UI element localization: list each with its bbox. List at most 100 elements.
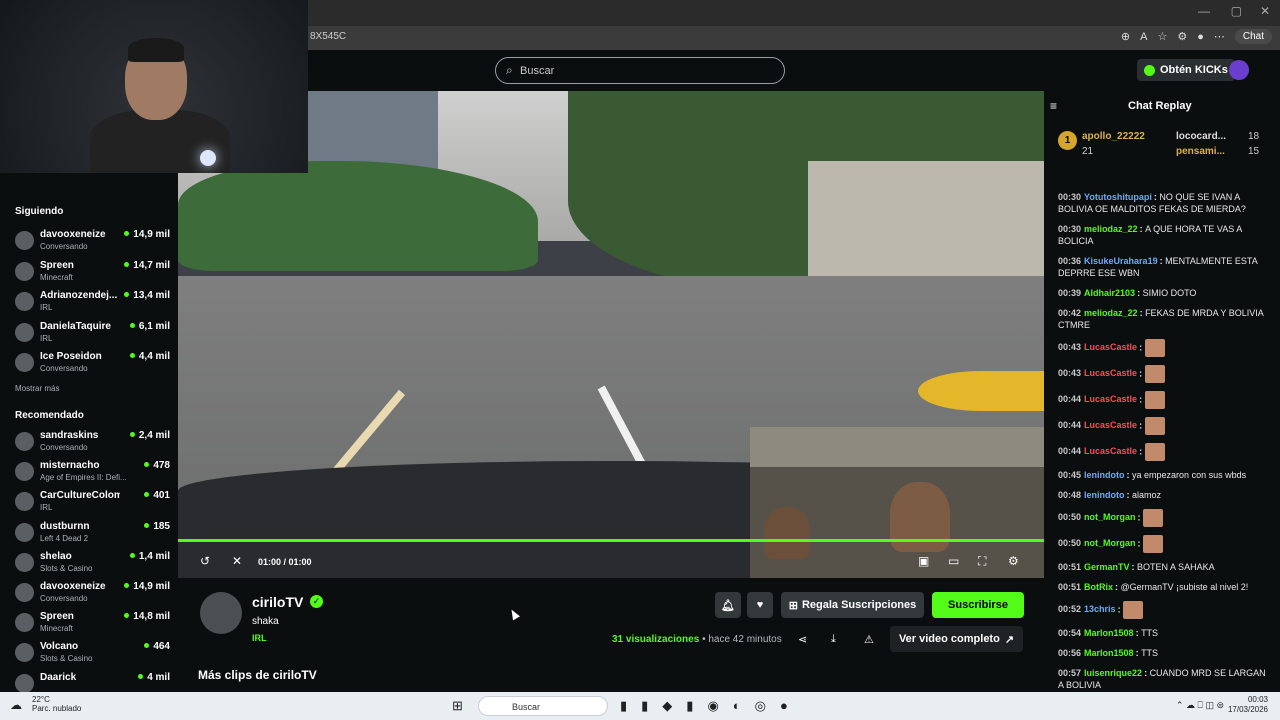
viewer-count: 13,4 mil	[124, 290, 170, 301]
message-time: 00:44	[1058, 446, 1082, 457]
chat-message: 00:30 Yotutoshitupapi: NO QUE SE IVAN A B…	[1058, 192, 1246, 214]
progress-bar[interactable]	[178, 539, 1044, 542]
channel-row[interactable]: Spreen Minecraft 14,7 mil	[15, 260, 170, 288]
channel-row[interactable]: DanielaTaquire IRL 6,1 mil	[15, 321, 170, 349]
fullscreen-icon[interactable]: ⛶	[978, 554, 986, 569]
chat-message: 00:30 meliodaz_22: A QUE HORA TE VAS A BO…	[1058, 224, 1242, 246]
channel-row[interactable]: shelao Slots & Casino 1,4 mil	[15, 551, 170, 579]
settings-icon[interactable]: ⚙	[1008, 554, 1019, 568]
profile-icon[interactable]: ●	[1197, 31, 1204, 43]
message-user[interactable]: meliodaz_22	[1084, 224, 1138, 234]
message-user[interactable]: Aldhair2103	[1084, 288, 1135, 298]
channel-row[interactable]: Volcano Slots & Casino 464	[15, 641, 170, 669]
message-time: 00:52	[1058, 604, 1082, 615]
channel-avatar[interactable]	[200, 592, 242, 634]
zoom-icon[interactable]: ⊕	[1121, 30, 1130, 43]
weather-widget[interactable]: 22°C Parc. nublado	[32, 695, 81, 713]
message-time: 00:30	[1058, 192, 1082, 202]
chat-message: 00:56 Marlon1508: TTS	[1058, 648, 1159, 658]
channel-row[interactable]: sandraskins Conversando 2,4 mil	[15, 430, 170, 458]
message-user[interactable]: LucasCastle	[1084, 420, 1137, 430]
channel-name: shelao	[40, 550, 72, 562]
taskbar-apps[interactable]: ▮▮◆▮◉◐◎●	[620, 698, 802, 714]
system-tray[interactable]: ⌃ ☁ ⎕ ◫ ⊜	[1176, 700, 1224, 711]
get-kicks-button[interactable]: Obtén KICKs	[1137, 59, 1235, 81]
mute-icon[interactable]: ✕	[232, 554, 242, 568]
theater-icon[interactable]: ▭	[948, 554, 959, 568]
leader-name[interactable]: pensami...	[1176, 146, 1225, 157]
channel-category: Slots & Casino	[40, 563, 93, 573]
channel-row[interactable]: Spreen Minecraft 14,8 mil	[15, 611, 170, 639]
message-text: alamoz	[1132, 490, 1162, 500]
message-user[interactable]: LucasCastle	[1084, 394, 1137, 404]
report-icon[interactable]: ⚠	[864, 633, 874, 646]
pip-icon[interactable]: ▣	[918, 554, 929, 568]
message-user[interactable]: LucasCastle	[1084, 446, 1137, 456]
channel-name: CarCultureColombia	[40, 490, 120, 502]
copilot-chat-button[interactable]: Chat	[1234, 29, 1272, 44]
chat-message: 00:44 LucasCastle:	[1058, 391, 1268, 409]
message-user[interactable]: luisenrique22	[1084, 668, 1142, 678]
channel-row[interactable]: davooxeneize Conversando 14,9 mil	[15, 581, 170, 609]
taskbar-search[interactable]: Buscar	[478, 696, 608, 716]
message-user[interactable]: 13chris	[1084, 604, 1116, 614]
message-user[interactable]: meliodaz_22	[1084, 308, 1138, 318]
channel-row[interactable]: misternacho Age of Empires II: Defi... 478	[15, 460, 170, 488]
message-user[interactable]: Marlon1508	[1084, 648, 1134, 658]
bell-icon[interactable]: 🔔︎	[715, 592, 741, 618]
share-icon[interactable]: ⋖	[798, 633, 807, 646]
channel-row[interactable]: Ice Poseidon Conversando 4,4 mil	[15, 351, 170, 379]
close-icon[interactable]: ✕	[1260, 4, 1270, 18]
message-user[interactable]: LucasCastle	[1084, 342, 1137, 352]
message-user[interactable]: GermanTV	[1084, 562, 1130, 572]
channel-row[interactable]: CarCultureColombiaIRL 401	[15, 490, 170, 518]
start-icon[interactable]: ⊞	[452, 698, 463, 714]
extensions-icon[interactable]: ⚙	[1177, 30, 1187, 43]
channel-avatar	[15, 322, 34, 342]
read-aloud-icon[interactable]: A	[1140, 31, 1147, 43]
subscribe-button[interactable]: Suscribirse	[932, 592, 1024, 618]
more-clips-title: Más clips de ciriloTV	[198, 668, 317, 682]
message-user[interactable]: not_Morgan	[1084, 512, 1136, 522]
download-icon[interactable]: ⤓	[831, 633, 836, 646]
views-count: 31	[612, 634, 624, 645]
channel-name: davooxeneize	[40, 229, 106, 240]
emote-icon	[1144, 339, 1165, 357]
full-video-button[interactable]: Ver video completo ↗	[890, 626, 1023, 652]
favorite-star-icon[interactable]: ☆	[1157, 30, 1167, 43]
weather-icon[interactable]: ☁	[10, 698, 22, 712]
chat-message: 00:48 lenindoto: alamoz	[1058, 490, 1162, 500]
clock[interactable]: 00:03 17/03/2026	[1228, 695, 1268, 715]
message-user[interactable]: not_Morgan	[1084, 538, 1136, 548]
search-input[interactable]: ⌕ Buscar	[495, 57, 785, 84]
message-time: 00:51	[1058, 582, 1082, 592]
gift-subs-button[interactable]: ⊞ Regala Suscripciones	[781, 592, 924, 618]
channel-row[interactable]: Adrianozendej... IRL 13,4 mil	[15, 290, 170, 318]
maximize-icon[interactable]: ▢	[1231, 4, 1242, 18]
minimize-icon[interactable]: —	[1198, 4, 1210, 18]
channel-name[interactable]: ciriloTV	[252, 594, 303, 610]
collapse-chat-icon[interactable]: ≡	[1050, 99, 1057, 113]
channel-name: davooxeneize	[40, 581, 106, 592]
user-avatar[interactable]	[1229, 60, 1249, 80]
leader-name[interactable]: lococard...	[1176, 131, 1226, 142]
message-user[interactable]: lenindoto	[1084, 470, 1125, 480]
emote-icon	[1143, 509, 1164, 527]
category-link[interactable]: IRL	[252, 633, 267, 643]
message-user[interactable]: BotRix	[1084, 582, 1113, 592]
heart-icon[interactable]: ♥	[747, 592, 773, 618]
message-user[interactable]: LucasCastle	[1084, 368, 1137, 378]
show-more-link[interactable]: Mostrar más	[15, 384, 59, 393]
replay-icon[interactable]: ↺	[200, 554, 210, 568]
channel-row[interactable]: dustburnn Left 4 Dead 2 185	[15, 521, 170, 549]
clock-time: 00:03	[1247, 695, 1268, 704]
leader-name[interactable]: apollo_22222	[1082, 131, 1145, 142]
message-user[interactable]: KisukeUrahara19	[1084, 256, 1158, 266]
message-user[interactable]: lenindoto	[1084, 490, 1125, 500]
chat-message: 00:57 luisenrique22: CUANDO MRD SE LARGAN…	[1058, 668, 1266, 690]
channel-name: Ice Poseidon	[40, 351, 102, 362]
message-user[interactable]: Marlon1508	[1084, 628, 1134, 638]
channel-row[interactable]: davooxeneize Conversando 14,9 mil	[15, 229, 170, 257]
more-icon[interactable]: ⋯	[1214, 30, 1225, 43]
message-user[interactable]: Yotutoshitupapi	[1084, 192, 1152, 202]
